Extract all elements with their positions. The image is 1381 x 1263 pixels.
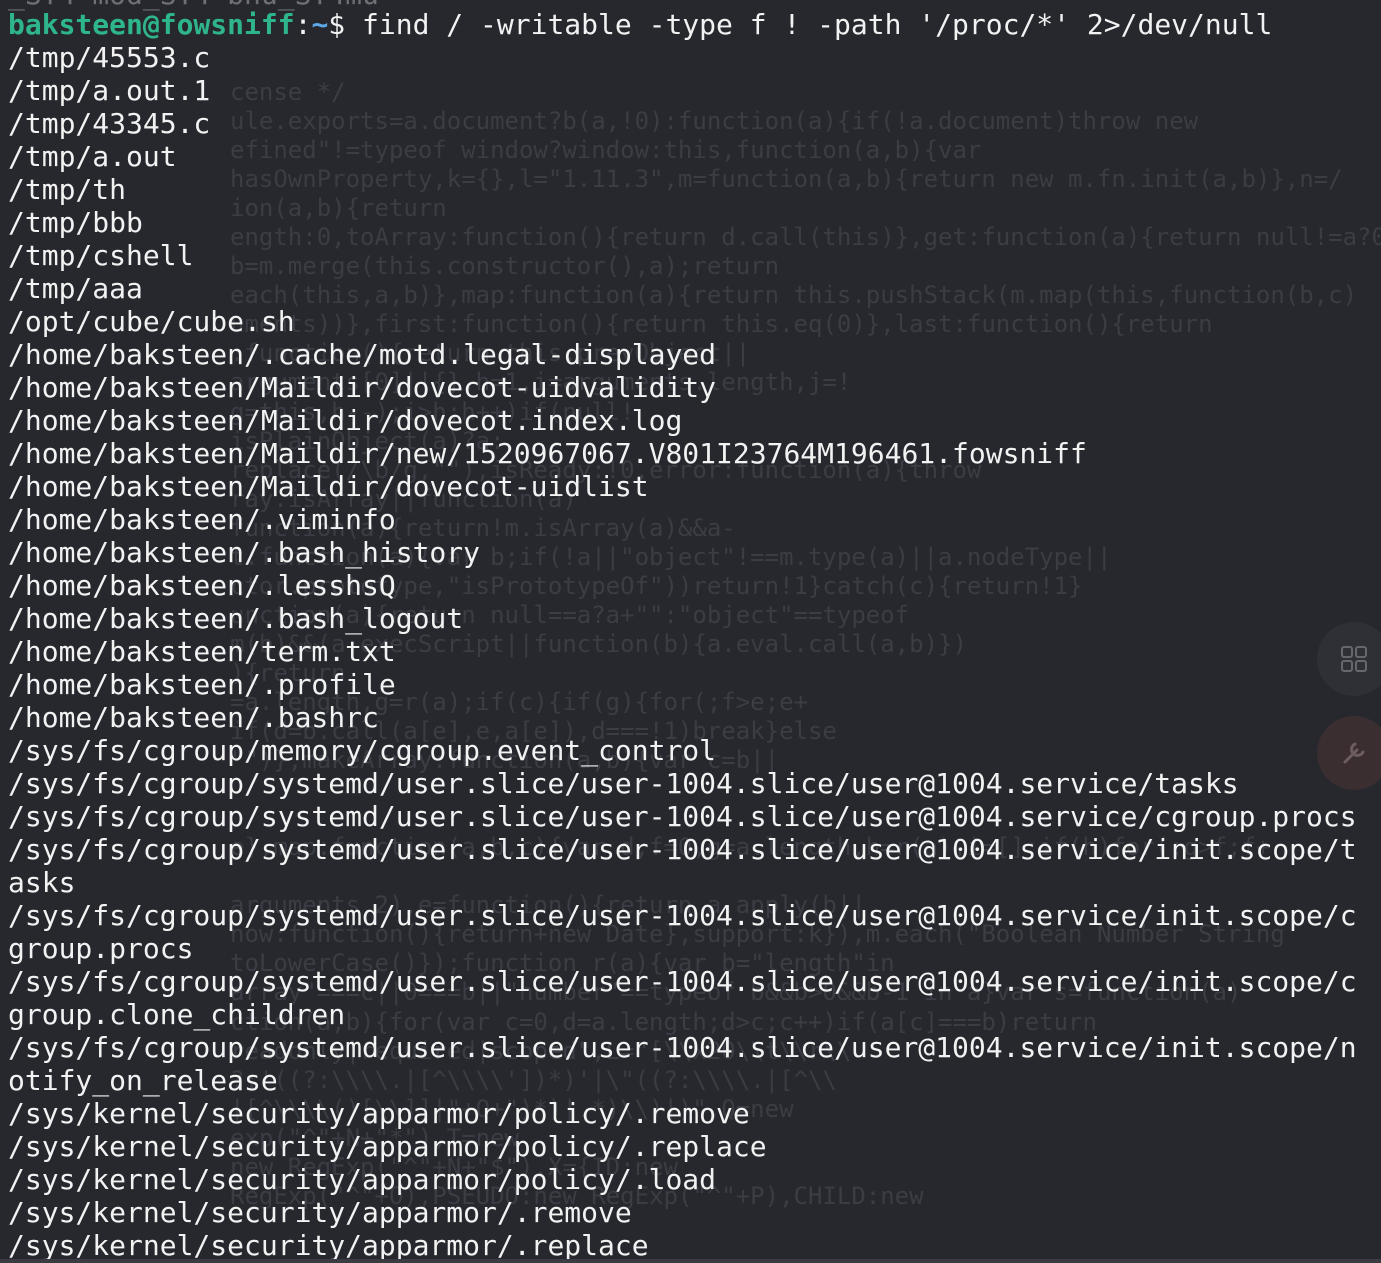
output-line: /tmp/th: [8, 173, 127, 206]
prompt-line: baksteen@fowsniff:~$ find / -writable -t…: [8, 8, 1357, 41]
output-line: /home/baksteen/Maildir/dovecot.index.log: [8, 404, 683, 437]
output-line: /sys/fs/cgroup/systemd/user.slice/user-1…: [8, 800, 1357, 833]
output-line: /home/baksteen/Maildir/new/1520967067.V8…: [8, 437, 1087, 470]
output-line: /tmp/43345.c: [8, 107, 211, 140]
prompt-path: ~: [311, 8, 329, 41]
command-text: find / -writable -type f ! -path '/proc/…: [345, 8, 1273, 41]
output-line: /sys/kernel/security/apparmor/.replace: [8, 1229, 649, 1262]
output-line: /home/baksteen/.profile: [8, 668, 396, 701]
output-line: /home/baksteen/.bashrc: [8, 701, 379, 734]
output-line: /home/baksteen/.lesshsQ: [8, 569, 396, 602]
output-line: /home/baksteen/Maildir/dovecot-uidvalidi…: [8, 371, 717, 404]
output-line: /tmp/cshell: [8, 239, 194, 272]
prompt-colon: :: [294, 8, 312, 41]
output-line: /sys/kernel/security/apparmor/.remove: [8, 1196, 632, 1229]
grid-icon: [1341, 646, 1367, 672]
output-line: /home/baksteen/.cache/motd.legal-display…: [8, 338, 717, 371]
tool-icon: [1343, 742, 1365, 764]
output-line: /sys/fs/cgroup/systemd/user.slice/user-1…: [8, 899, 1357, 932]
output-line: asks: [8, 866, 76, 899]
output-line: /opt/cube/cube.sh: [8, 305, 295, 338]
output-line: /tmp/45553.c: [8, 41, 211, 74]
terminal-output[interactable]: baksteen@fowsniff:~$ find / -writable -t…: [8, 8, 1357, 1262]
output-line: /sys/fs/cgroup/memory/cgroup.event_contr…: [8, 734, 717, 767]
output-line: /sys/kernel/security/apparmor/policy/.re…: [8, 1130, 767, 1163]
output-line: group.clone_children: [8, 998, 346, 1031]
output-line: /home/baksteen/term.txt: [8, 635, 396, 668]
output-line: /sys/fs/cgroup/systemd/user.slice/user-1…: [8, 1031, 1357, 1064]
window-bottom-edge: [0, 1259, 1381, 1263]
output-line: /sys/kernel/security/apparmor/policy/.lo…: [8, 1163, 717, 1196]
output-line: /home/baksteen/Maildir/dovecot-uidlist: [8, 470, 649, 503]
output-line: /sys/fs/cgroup/systemd/user.slice/user-1…: [8, 965, 1357, 998]
output-line: otify_on_release: [8, 1064, 278, 1097]
output-line: /home/baksteen/.bash_logout: [8, 602, 464, 635]
output-line: /home/baksteen/.viminfo: [8, 503, 396, 536]
floating-tool-button[interactable]: [1317, 716, 1381, 790]
output-lines: /tmp/45553.c/tmp/a.out.1/tmp/43345.c/tmp…: [8, 41, 1357, 1262]
output-line: /sys/fs/cgroup/systemd/user.slice/user-1…: [8, 833, 1357, 866]
output-line: /tmp/bbb: [8, 206, 143, 239]
output-line: /tmp/a.out.1: [8, 74, 211, 107]
prompt-user-host: baksteen@fowsniff: [8, 8, 295, 41]
output-line: /sys/fs/cgroup/systemd/user.slice/user-1…: [8, 767, 1239, 800]
output-line: /tmp/a.out: [8, 140, 177, 173]
output-line: group.procs: [8, 932, 194, 965]
output-line: /sys/kernel/security/apparmor/policy/.re…: [8, 1097, 750, 1130]
prompt-symbol: $: [328, 8, 346, 41]
floating-grid-button[interactable]: [1317, 622, 1381, 696]
terminal-window[interactable]: cense */ule.exports=a.document?b(a,!0):f…: [0, 0, 1381, 1263]
output-line: /home/baksteen/.bash_history: [8, 536, 481, 569]
output-line: /tmp/aaa: [8, 272, 143, 305]
